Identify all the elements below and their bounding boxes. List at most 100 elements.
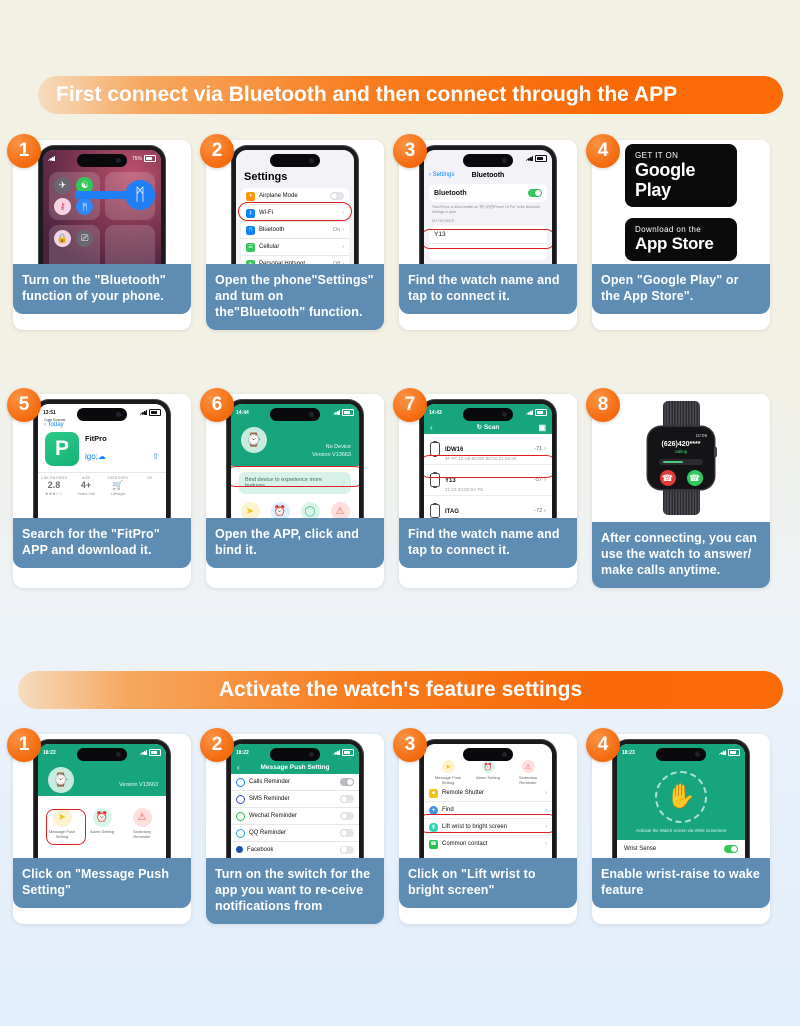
step-card-7[interactable]: 7 ‹ ↻ Scan ▣ IDW16 4F:FF:10:A5:86:BD:88:… bbox=[393, 388, 577, 588]
airplane-toggle[interactable] bbox=[330, 192, 344, 200]
device-mac: 4F:FF:10:A5:86:BD:88:02:01:55:00 bbox=[445, 455, 517, 461]
status-time: 14:44 bbox=[236, 409, 249, 416]
bluetooth-icon[interactable]: ᛗ bbox=[76, 198, 94, 215]
step-card-2[interactable]: 2 Settings ✈ Airplane Mode ⚷ Wi-Fi › ᛗ B… bbox=[200, 134, 384, 330]
decline-call-button[interactable]: ☎ bbox=[659, 470, 676, 486]
facebook-toggle[interactable] bbox=[340, 845, 354, 854]
qr-scan-icon[interactable]: ▣ bbox=[538, 423, 546, 432]
list-row-find[interactable]: ● Find › bbox=[424, 802, 552, 819]
qq-reminder-toggle[interactable] bbox=[340, 829, 354, 837]
watch-icon: ⌚ bbox=[48, 767, 74, 793]
list-row-lift-wrist[interactable]: ▮ Lift wrist to bright screen › bbox=[424, 819, 552, 836]
calls-reminder-toggle[interactable] bbox=[340, 778, 354, 786]
push-row-sms[interactable]: SMS Reminder bbox=[231, 791, 359, 808]
list-row-common-contact[interactable]: ☎ Common contact › bbox=[424, 836, 552, 852]
google-play-badge[interactable]: GET IT ON Google Play bbox=[625, 143, 737, 207]
app-store-badge[interactable]: Download on the App Store bbox=[625, 217, 737, 261]
share-icon[interactable]: ⇧ bbox=[152, 452, 159, 461]
feature-antilost[interactable]: ⚠ bbox=[325, 502, 355, 518]
badge-large-text: App Store bbox=[635, 233, 714, 253]
push-row-qq[interactable]: QQ Reminder bbox=[231, 825, 359, 842]
bind-device-row[interactable]: Bind device to experience more features … bbox=[239, 472, 351, 494]
step-card-6[interactable]: 6 ⌚ No Device Version V13663 Bind device… bbox=[200, 388, 384, 588]
feature-alarm[interactable]: ⏰ Alarm Setting bbox=[85, 808, 119, 839]
scan-device-row[interactable]: Y13 21:22:33:03:0A:FE -57 › bbox=[424, 465, 552, 496]
wrist-sense-toggle[interactable] bbox=[724, 845, 738, 853]
settings-row-airplane[interactable]: ✈ Airplane Mode bbox=[241, 188, 349, 205]
row-label: Find bbox=[442, 807, 454, 813]
step-caption: Turn on the switch for the app you want … bbox=[206, 858, 384, 924]
screen-mirror-icon[interactable]: ⎚ bbox=[76, 230, 94, 247]
wrist-sense-screen: ✋ Activate the Watch screen via Wrist mo… bbox=[617, 744, 745, 858]
feature-message-push[interactable]: ➤ bbox=[235, 502, 265, 518]
wifi-icon[interactable]: ⚷ bbox=[54, 198, 71, 215]
step-card-1[interactable]: 1 75% ✈ ☯ ⚷ ᛗ 🔒 ⎚ ᛗ Turn on the "Bluetoo… bbox=[7, 134, 191, 330]
row-label: QQ Reminder bbox=[249, 830, 287, 836]
feature-sedentary[interactable]: ⚠ Sedentary Reminder bbox=[125, 808, 159, 839]
message-push-icon: ➤ bbox=[240, 502, 260, 518]
scan-device-row[interactable]: IDW16 4F:FF:10:A5:86:BD:88:02:01:55:00 -… bbox=[424, 434, 552, 465]
discoverable-note: This iPhone is discoverable as "陈小玲的iPho… bbox=[432, 205, 541, 214]
push-row-facebook[interactable]: Facebook bbox=[231, 842, 359, 857]
step-card-3[interactable]: 3 ‹ Settings Bluetooth Bluetooth This iP… bbox=[393, 134, 577, 330]
device-name: ITAG bbox=[445, 508, 459, 515]
settings-row-bluetooth[interactable]: ᛗ Bluetooth On › bbox=[241, 222, 349, 239]
rotation-lock-icon[interactable]: 🔒 bbox=[54, 230, 71, 247]
settings-row-cellular[interactable]: ☰ Cellular › bbox=[241, 239, 349, 256]
phone-notch bbox=[656, 748, 706, 761]
sms-reminder-toggle[interactable] bbox=[340, 795, 354, 803]
version-label: Version V13663 bbox=[312, 452, 351, 458]
device-row-y13[interactable]: Y13 bbox=[429, 226, 547, 244]
feature-alarm[interactable]: ⏰ Alarm Setting bbox=[471, 760, 505, 785]
step-card-5[interactable]: 5 ‹ Today P FitPro igo;☁ ⇧ 2.8K RATINGS … bbox=[7, 388, 191, 588]
scan-device-row[interactable]: ITAG 4F:FF:10:A5:86:BD:88:02:01:55:00 -7… bbox=[424, 496, 552, 518]
feature-card-3[interactable]: 3 ➤ Message Push Setting ⏰ Alarm Setting bbox=[393, 728, 577, 924]
misc-panel[interactable]: 🔒 ⎚ bbox=[49, 225, 100, 264]
row-bluetooth-toggle[interactable]: Bluetooth bbox=[429, 184, 547, 202]
phone-notch bbox=[270, 154, 320, 167]
feature-message-push[interactable]: ➤ Message Push Setting bbox=[45, 808, 79, 839]
section-banner-features: Activate the watch's feature settings bbox=[18, 671, 783, 709]
push-row-calls[interactable]: Calls Reminder bbox=[231, 774, 359, 791]
feature-sedentary[interactable]: ◯ bbox=[295, 502, 325, 518]
status-time: 13:51 bbox=[43, 409, 56, 416]
feature-sedentary[interactable]: ⚠ Sedentary Reminder bbox=[511, 760, 545, 785]
step-caption: Find the watch name and tap to connect i… bbox=[399, 518, 577, 568]
phone-notch bbox=[77, 408, 127, 421]
feature-card-4[interactable]: 4 ✋ Activate the Watch screen via Wrist … bbox=[586, 728, 770, 924]
phone-frame: ‹ Today P FitPro igo;☁ ⇧ 2.8K RATINGS 2.… bbox=[34, 400, 170, 518]
row-value: › bbox=[342, 210, 344, 216]
wechat-reminder-toggle[interactable] bbox=[340, 812, 354, 820]
back-button[interactable]: ‹ bbox=[430, 423, 433, 432]
status-subtext: Code Scanner bbox=[44, 418, 66, 422]
stat-rating: 2.8K RATINGS 2.8 ★★★☆☆ bbox=[40, 476, 68, 496]
feature-message-push[interactable]: ➤ Message Push Setting bbox=[431, 760, 465, 785]
accept-call-button[interactable]: ☎ bbox=[686, 470, 703, 486]
step-card-4[interactable]: 4 GET IT ON Google Play Download on the … bbox=[586, 134, 770, 330]
push-row-wechat[interactable]: Wechat Reminder bbox=[231, 808, 359, 825]
signal-icon bbox=[526, 156, 533, 161]
back-button[interactable]: ‹ Settings bbox=[429, 172, 454, 178]
brightness-panel[interactable] bbox=[104, 225, 155, 264]
airplane-icon[interactable]: ✈ bbox=[54, 177, 71, 194]
volume-slider[interactable] bbox=[659, 459, 703, 465]
feature-card-2[interactable]: 2 ‹ Message Push Setting Calls Reminder bbox=[200, 728, 384, 924]
watch-crown[interactable] bbox=[714, 447, 717, 457]
step-card-8[interactable]: 8 10:09 (626)420**** calling ☎ ☎ After c… bbox=[586, 388, 770, 588]
back-button[interactable]: ‹ bbox=[237, 763, 240, 772]
watch-icon bbox=[430, 502, 440, 518]
download-icon[interactable]: igo;☁ bbox=[85, 452, 106, 461]
battery-icon bbox=[535, 155, 547, 162]
bluetooth-toggle-row: Bluetooth bbox=[429, 184, 547, 202]
settings-row-wifi[interactable]: ⚷ Wi-Fi › bbox=[241, 205, 349, 222]
wrist-sense-row[interactable]: Wrist Sense bbox=[617, 840, 745, 858]
bluetooth-toggle[interactable] bbox=[528, 189, 542, 197]
settings-row-hotspot[interactable]: ⚭ Personal Hotspot Off › bbox=[241, 256, 349, 264]
feature-alarm[interactable]: ⏰ bbox=[265, 502, 295, 518]
feature-card-1[interactable]: 1 ⌚ Version V13663 ➤ Message Push Settin… bbox=[7, 728, 191, 924]
list-row-remote-shutter[interactable]: ■ Remote Shutter › bbox=[424, 785, 552, 802]
battery-icon bbox=[144, 155, 156, 162]
status-time: 18:23 bbox=[622, 749, 635, 756]
back-button[interactable]: ‹ Today bbox=[38, 421, 166, 429]
device-list: Y13 bbox=[429, 226, 547, 260]
